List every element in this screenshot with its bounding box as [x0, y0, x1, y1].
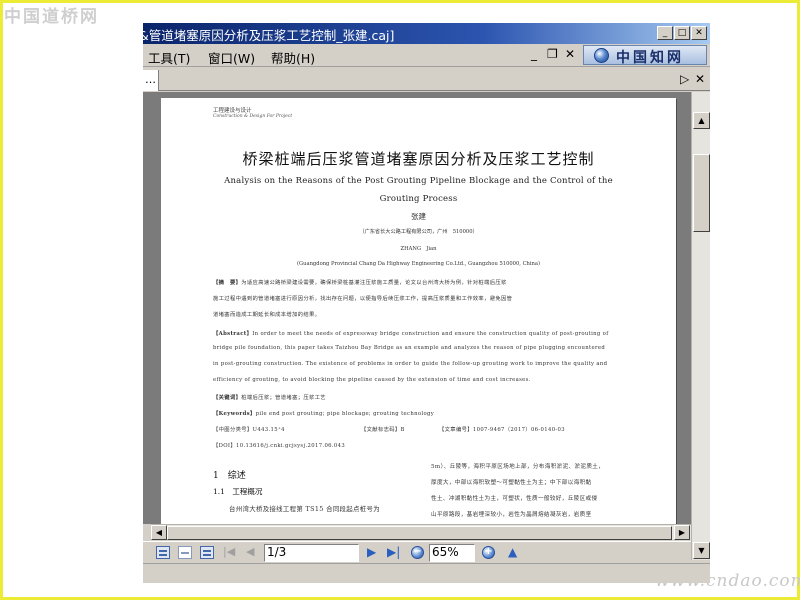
article-title-en-line2: Grouting Process [379, 194, 458, 204]
horizontal-scrollbar[interactable]: ◀ ▶ [151, 524, 691, 540]
cnki-logo[interactable]: 中国知网 [583, 45, 707, 66]
article-number: 【文章编号】1007-9467（2017）06-0140-03 [439, 427, 565, 433]
maximize-button[interactable]: □ [674, 26, 690, 40]
title-bar[interactable]: &管道堵塞原因分析及压浆工艺控制_张建.caj] _ □ ✕ [143, 23, 710, 44]
mdi-restore-button[interactable]: ❐ [547, 47, 558, 61]
mdi-close-button[interactable]: ✕ [565, 47, 575, 61]
zoom-out-button[interactable]: − [411, 546, 424, 559]
abstract-en-line: bridge pile foundation, this paper takes… [213, 345, 606, 351]
menu-bar: 工具(T) 窗口(W) 帮助(H) _ ❐ ✕ 中国知网 [143, 44, 710, 67]
window-title: &管道堵塞原因分析及压浆工艺控制_张建.caj] [143, 28, 395, 43]
abstract-cn-label: 【摘 要】 [213, 280, 242, 286]
previous-page-icon[interactable]: ◀ [246, 545, 254, 558]
menu-help[interactable]: 帮助(H) [271, 48, 315, 67]
abstract-cn-line: 施工过程中遇到的管道堵塞进行原因分析，找出存在问题，以便指导后续压浆工作，提高压… [213, 296, 513, 302]
doi: 【DOI】10.13616/j.cnki.gcjsysj.2017.06.043 [213, 443, 346, 449]
section-heading-1: 1 综述 [213, 471, 246, 481]
document-page: 工程建设与设计 Construction & Design For Projec… [161, 98, 676, 524]
cnki-logo-text: 中国知网 [616, 50, 684, 66]
next-page-icon[interactable]: ▶ [367, 545, 376, 559]
abstract-cn-line: 道堵塞而造成工期延长和成本增加的结果。 [213, 312, 321, 318]
author-en: ZHANG Jian [400, 246, 437, 252]
author-cn: 张建 [411, 212, 426, 221]
scroll-left-button[interactable]: ◀ [151, 525, 167, 540]
document-viewport[interactable]: 工程建设与设计 Construction & Design For Projec… [143, 92, 691, 524]
first-page-icon[interactable]: |◀ [223, 545, 235, 558]
close-button[interactable]: ✕ [691, 26, 707, 40]
affiliation-en: (Guangdong Provincial Chang Da Highway E… [296, 261, 541, 267]
document-code: 【文献标志码】B [361, 427, 405, 433]
mdi-minimize-button[interactable]: _ [531, 47, 537, 61]
affiliation-cn: （广东省长大公路工程有限公司，广州 510000） [359, 229, 478, 235]
body-text-right: 厚度大，中部以海积软塑～可塑黏性土为主；中下部以海积黏 [431, 480, 592, 486]
vertical-scroll-thumb[interactable] [693, 154, 710, 232]
watermark-top: 中国道桥网 [4, 7, 99, 27]
page-up-icon[interactable]: ▲ [508, 545, 517, 559]
globe-icon [594, 48, 609, 63]
section-heading-1-1: 1.1 工程概况 [213, 487, 263, 496]
article-title-en-line1: Analysis on the Reasons of the Post Grou… [224, 176, 613, 186]
abstract-en-label: 【Abstract】 [213, 331, 253, 337]
tab-close-icon[interactable]: ✕ [695, 72, 705, 86]
horizontal-scroll-thumb[interactable] [167, 526, 672, 540]
tab-next-icon[interactable]: ▷ [680, 72, 689, 86]
abstract-en-line: in post-grouting construction. The exist… [213, 361, 608, 367]
page-number-input[interactable]: 1/3 [264, 544, 359, 562]
zoom-input[interactable]: 65% [429, 544, 475, 562]
minimize-button[interactable]: _ [657, 26, 673, 40]
scroll-right-button[interactable]: ▶ [674, 525, 690, 540]
journal-header-en: Construction & Design For Project [213, 114, 293, 119]
document-tabs: … ▷ ✕ [143, 69, 710, 91]
app-window: &管道堵塞原因分析及压浆工艺控制_张建.caj] _ □ ✕ 工具(T) 窗口(… [143, 23, 710, 583]
scroll-down-button[interactable]: ▼ [693, 542, 710, 559]
menu-window[interactable]: 窗口(W) [208, 48, 255, 67]
two-page-view-icon[interactable] [200, 546, 214, 559]
menu-tools[interactable]: 工具(T) [148, 48, 190, 67]
vertical-scrollbar[interactable]: ▲ ▼ [691, 92, 710, 560]
status-bar [143, 563, 710, 583]
class-number: 【中图分类号】U443.15⁺4 [213, 427, 285, 433]
scroll-up-button[interactable]: ▲ [693, 112, 710, 129]
journal-header-cn: 工程建设与设计 [213, 108, 252, 114]
zoom-in-button[interactable]: + [482, 546, 495, 559]
body-text-right: 5m）、丘陵等，海积平原区场地上部，分布海积淤泥、淤泥质土， [431, 464, 605, 470]
body-text-left: 台州湾大桥及接线工程第 TS15 合同段起点桩号为 [229, 505, 381, 513]
tab-document[interactable]: … [143, 70, 159, 91]
abstract-en-line: efficiency of grouting, to avoid blockin… [213, 377, 531, 383]
abstract-cn-line: 【摘 要】为适应高速公路桥梁建设需要，确保桥梁桩基灌注压浆施工质量，论文以台州湾… [213, 280, 507, 286]
body-text-right: 性土、冲湖积黏性土为主，可塑状，性质一般较好，丘陵区或侵 [431, 496, 598, 502]
continuous-view-icon[interactable] [178, 546, 192, 559]
last-page-icon[interactable]: ▶| [387, 545, 400, 559]
abstract-en-line: 【Abstract】In order to meet the needs of … [213, 331, 609, 337]
keywords-en: 【Keywords】pile end post grouting; pipe b… [213, 411, 435, 417]
navigation-toolbar: |◀ ◀ 1/3 ▶ ▶| − 65% + ▲ [143, 541, 691, 563]
body-text-right: 山平原路段，基岩埋深较小，岩性为晶屑熔结凝灰岩，岩质坚 [431, 512, 592, 518]
single-page-view-icon[interactable] [156, 546, 170, 559]
article-title-cn: 桥梁桩端后压浆管道堵塞原因分析及压浆工艺控制 [242, 150, 595, 168]
keywords-cn: 【关键词】桩端后压浆；管道堵塞；压浆工艺 [213, 395, 326, 401]
